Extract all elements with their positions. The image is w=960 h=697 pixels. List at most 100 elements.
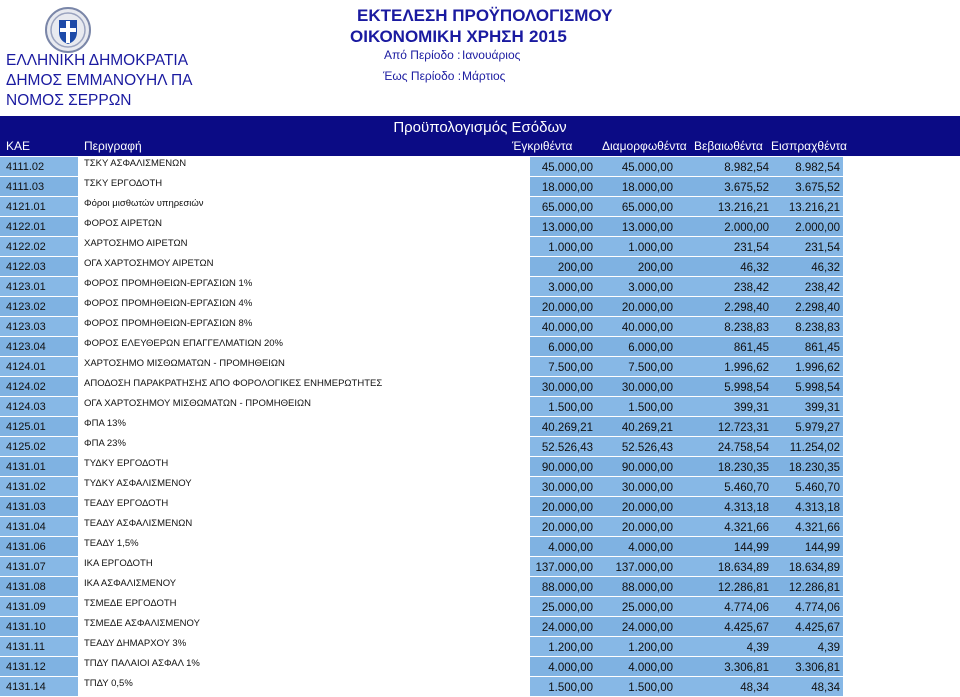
formed-value: 3.000,00 — [628, 282, 673, 294]
certified-value: 4,39 — [746, 642, 769, 654]
kae-code: 4124.03 — [6, 401, 46, 413]
certified-value: 3.306,81 — [724, 662, 769, 674]
table-row: 4123.02 ΦΟΡΟΣ ΠΡΟΜΗΘΕΙΩΝ-ΕΡΓΑΣΙΩΝ 4% 20.00… — [0, 297, 960, 317]
collected-value: 8.238,83 — [795, 322, 840, 334]
approved-value: 52.526,43 — [541, 442, 593, 454]
approved-value: 20.000,00 — [541, 522, 593, 534]
description-text: ΦΟΡΟΣ ΕΛΕΥΘΕΡΩΝ ΕΠΑΓΓΕΛΜΑΤΙΩΝ 20% — [84, 338, 283, 349]
kae-cell: 4131.04 — [0, 517, 78, 536]
description-cell: ΤΣΜΕΔΕ ΕΡΓΟΔΟΤΗ — [78, 597, 530, 616]
kae-cell: 4125.02 — [0, 437, 78, 456]
formed-value: 4.000,00 — [628, 542, 673, 554]
collected-value: 3.675,52 — [795, 182, 840, 194]
kae-code: 4131.06 — [6, 541, 46, 553]
kae-code: 4124.01 — [6, 361, 46, 373]
certified-value: 46,32 — [740, 262, 769, 274]
formed-value: 40.269,21 — [621, 422, 673, 434]
description-cell: ΤΣΚΥ ΕΡΓΟΔΟΤΗ — [78, 177, 530, 196]
kae-code: 4131.08 — [6, 581, 46, 593]
collected-value: 238,42 — [804, 282, 840, 294]
formed-value: 137.000,00 — [615, 562, 673, 574]
description-text: ΤΥΔΚΥ ΑΣΦΑΛΙΣΜΕΝΟΥ — [84, 478, 192, 489]
kae-cell: 4131.03 — [0, 497, 78, 516]
formed-value: 13.000,00 — [621, 222, 673, 234]
values-cell: 52.526,43 52.526,43 24.758,54 11.254,02 — [530, 437, 843, 456]
values-cell: 65.000,00 65.000,00 13.216,21 13.216,21 — [530, 197, 843, 216]
collected-value: 2.000,00 — [795, 222, 840, 234]
certified-value: 231,54 — [733, 242, 769, 254]
description-text: ΧΑΡΤΟΣΗΜΟ ΑΙΡΕΤΩΝ — [84, 238, 188, 249]
kae-code: 4131.04 — [6, 521, 46, 533]
collected-value: 48,34 — [811, 682, 840, 694]
values-cell: 88.000,00 88.000,00 12.286,81 12.286,81 — [530, 577, 843, 596]
kae-code: 4122.02 — [6, 241, 46, 253]
formed-value: 45.000,00 — [621, 162, 673, 174]
description-cell: ΦΟΡΟΣ ΠΡΟΜΗΘΕΙΩΝ-ΕΡΓΑΣΙΩΝ 8% — [78, 317, 530, 336]
values-cell: 1.500,00 1.500,00 48,34 48,34 — [530, 677, 843, 696]
description-text: ΤΕΑΔΥ ΕΡΓΟΔΟΤΗ — [84, 498, 169, 509]
table-row: 4123.01 ΦΟΡΟΣ ΠΡΟΜΗΘΕΙΩΝ-ΕΡΓΑΣΙΩΝ 1% 3.000… — [0, 277, 960, 297]
report-title: ΕΚΤΕΛΕΣΗ ΠΡΟΫΠΟΛΟΓΙΣΜΟΥ — [357, 6, 613, 25]
approved-value: 40.269,21 — [541, 422, 593, 434]
period-to-value: Μάρτιος — [462, 69, 506, 83]
collected-value: 4.774,06 — [795, 602, 840, 614]
certified-value: 238,42 — [733, 282, 769, 294]
formed-value: 6.000,00 — [628, 342, 673, 354]
certified-value: 1.996,62 — [724, 362, 769, 374]
table-row: 4125.02 ΦΠΑ 23% 52.526,43 52.526,43 24.758,5… — [0, 437, 960, 457]
approved-value: 200,00 — [557, 262, 593, 274]
description-cell: ΤΕΑΔΥ ΔΗΜΑΡΧΟΥ 3% — [78, 637, 530, 656]
description-text: ΤΣΜΕΔΕ ΑΣΦΑΛΙΣΜΕΝΟΥ — [84, 618, 200, 629]
description-text: ΦΟΡΟΣ ΠΡΟΜΗΘΕΙΩΝ-ΕΡΓΑΣΙΩΝ 1% — [84, 278, 253, 289]
values-cell: 200,00 200,00 46,32 46,32 — [530, 257, 843, 276]
kae-cell: 4131.07 — [0, 557, 78, 576]
period-from-value: Ιανουάριος — [462, 48, 521, 62]
values-cell: 4.000,00 4.000,00 3.306,81 3.306,81 — [530, 657, 843, 676]
kae-cell: 4111.03 — [0, 177, 78, 196]
collected-value: 8.982,54 — [795, 162, 840, 174]
report-header: ΕΛΛΗΝΙΚΗ ΔΗΜΟΚΡΑΤΙΑ ΔΗΜΟΣ ΕΜΜΑΝΟΥΗΛ ΠΑ Ν… — [0, 0, 960, 116]
kae-code: 4131.11 — [6, 641, 45, 653]
certified-value: 5.998,54 — [724, 382, 769, 394]
formed-value: 20.000,00 — [621, 302, 673, 314]
table-row: 4122.03 ΟΓΑ ΧΑΡΤΟΣΗΜΟΥ ΑΙΡΕΤΩΝ 200,00 200,0… — [0, 257, 960, 277]
certified-value: 5.460,70 — [724, 482, 769, 494]
org-prefecture: ΝΟΜΟΣ ΣΕΡΡΩΝ — [6, 92, 132, 109]
period-to-label: Έως Περίοδο : — [383, 69, 462, 83]
period-from-label: Από Περίοδο : — [384, 48, 461, 62]
certified-value: 144,99 — [733, 542, 769, 554]
formed-value: 40.000,00 — [621, 322, 673, 334]
collected-value: 3.306,81 — [795, 662, 840, 674]
description-text: ΧΑΡΤΟΣΗΜΟ ΜΙΣΘΩΜΑΤΩΝ - ΠΡΟΜΗΘΕΙΩΝ — [84, 358, 285, 369]
table-row: 4121.01 Φόροι μισθωτών υπηρεσιών 65.000,00… — [0, 197, 960, 217]
kae-code: 4123.01 — [6, 281, 46, 293]
description-text: ΦΟΡΟΣ ΑΙΡΕΤΩΝ — [84, 218, 162, 229]
values-cell: 4.000,00 4.000,00 144,99 144,99 — [530, 537, 843, 556]
kae-cell: 4122.01 — [0, 217, 78, 236]
collected-value: 18.230,35 — [788, 462, 840, 474]
kae-code: 4125.02 — [6, 441, 46, 453]
column-header-description: Περιγραφή — [84, 139, 142, 153]
collected-value: 4.425,67 — [795, 622, 840, 634]
table-row: 4131.01 ΤΥΔΚΥ ΕΡΓΟΔΟΤΗ 90.000,00 90.000,00 1… — [0, 457, 960, 477]
approved-value: 1.500,00 — [548, 682, 593, 694]
values-cell: 24.000,00 24.000,00 4.425,67 4.425,67 — [530, 617, 843, 636]
description-text: ΤΕΑΔΥ 1,5% — [84, 538, 139, 549]
table-row: 4131.02 ΤΥΔΚΥ ΑΣΦΑΛΙΣΜΕΝΟΥ 30.000,00 30.000… — [0, 477, 960, 497]
formed-value: 25.000,00 — [621, 602, 673, 614]
org-country: ΕΛΛΗΝΙΚΗ ΔΗΜΟΚΡΑΤΙΑ — [6, 52, 189, 69]
description-cell: ΤΠΔΥ 0,5% — [78, 677, 530, 696]
description-cell: ΤΣΜΕΔΕ ΑΣΦΑΛΙΣΜΕΝΟΥ — [78, 617, 530, 636]
kae-cell: 4131.10 — [0, 617, 78, 636]
collected-value: 861,45 — [804, 342, 840, 354]
kae-cell: 4111.02 — [0, 157, 78, 176]
approved-value: 13.000,00 — [541, 222, 593, 234]
table-row: 4123.04 ΦΟΡΟΣ ΕΛΕΥΘΕΡΩΝ ΕΠΑΓΓΕΛΜΑΤΙΩΝ 20%… — [0, 337, 960, 357]
description-cell: ΤΕΑΔΥ ΑΣΦΑΛΙΣΜΕΝΩΝ — [78, 517, 530, 536]
certified-value: 18.230,35 — [717, 462, 769, 474]
collected-value: 399,31 — [804, 402, 840, 414]
description-text: ΤΕΑΔΥ ΑΣΦΑΛΙΣΜΕΝΩΝ — [84, 518, 193, 529]
table-row: 4124.03 ΟΓΑ ΧΑΡΤΟΣΗΜΟΥ ΜΙΣΘΩΜΑΤΩΝ - ΠΡΟΜΗ… — [0, 397, 960, 417]
collected-value: 1.996,62 — [795, 362, 840, 374]
kae-cell: 4121.01 — [0, 197, 78, 216]
